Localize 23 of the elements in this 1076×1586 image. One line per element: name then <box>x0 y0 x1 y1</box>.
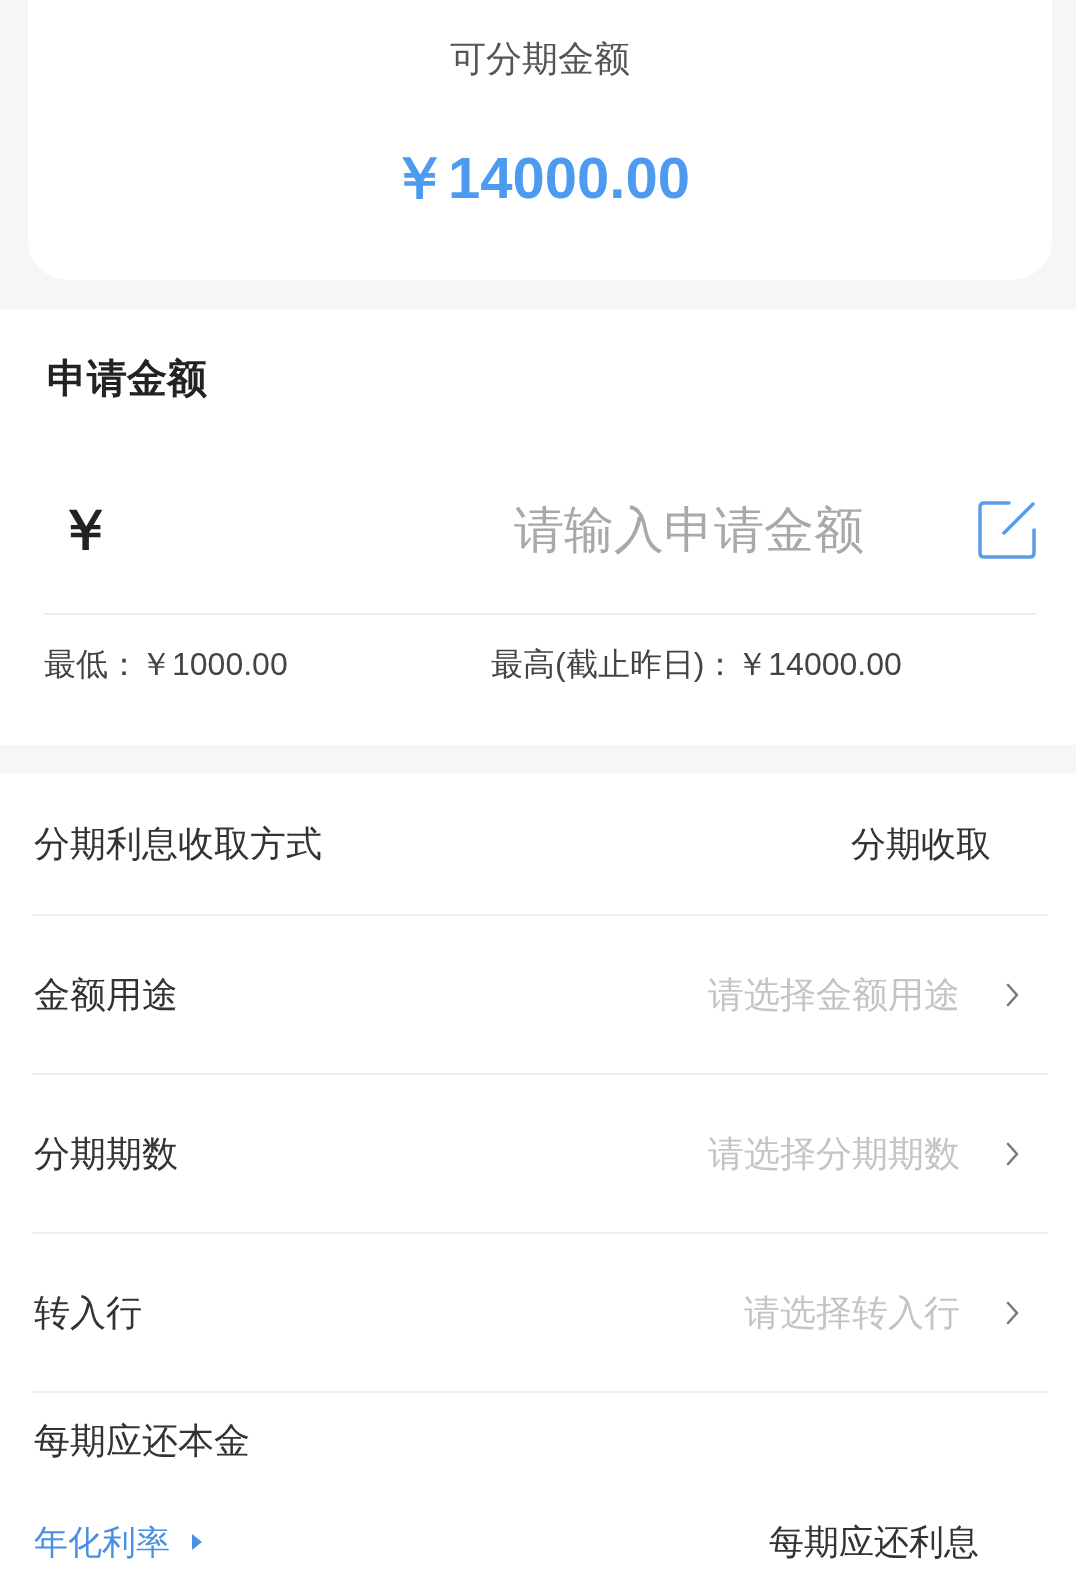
max-amount: 最高(截止昨日)：￥14000.00 <box>491 648 902 680</box>
field-value: 分期收取 <box>851 826 991 861</box>
rate-link[interactable]: 年化利率 <box>34 1524 202 1559</box>
field-label: 分期利息收取方式 <box>33 825 322 862</box>
field-label: 金额用途 <box>33 976 178 1013</box>
edit-icon[interactable] <box>977 500 1037 560</box>
select-button[interactable]: 请选择金额用途 <box>708 976 1019 1013</box>
principal-label: 每期应还本金 <box>34 1423 250 1459</box>
chevron-right-icon <box>1006 982 1019 1007</box>
field-label: 分期期数 <box>33 1135 178 1172</box>
section-title: 申请金额 <box>47 358 207 398</box>
caret-right-icon <box>192 1533 202 1550</box>
amount-input[interactable]: 请输入申请金额 <box>264 495 864 565</box>
min-amount: 最低：￥1000.00 <box>44 648 289 680</box>
field-label: 转入行 <box>33 1294 142 1331</box>
available-amount: ￥14000.00 <box>390 149 690 207</box>
select-button[interactable]: 请选择转入行 <box>744 1294 1019 1331</box>
select-button[interactable]: 请选择分期期数 <box>708 1135 1019 1172</box>
chevron-right-icon <box>1006 1141 1019 1166</box>
summary-label: 可分期金额 <box>450 41 630 77</box>
chevron-right-icon <box>1006 1300 1019 1325</box>
interest-label: 每期应还利息 <box>769 1524 979 1559</box>
currency-symbol: ￥ <box>57 502 113 558</box>
